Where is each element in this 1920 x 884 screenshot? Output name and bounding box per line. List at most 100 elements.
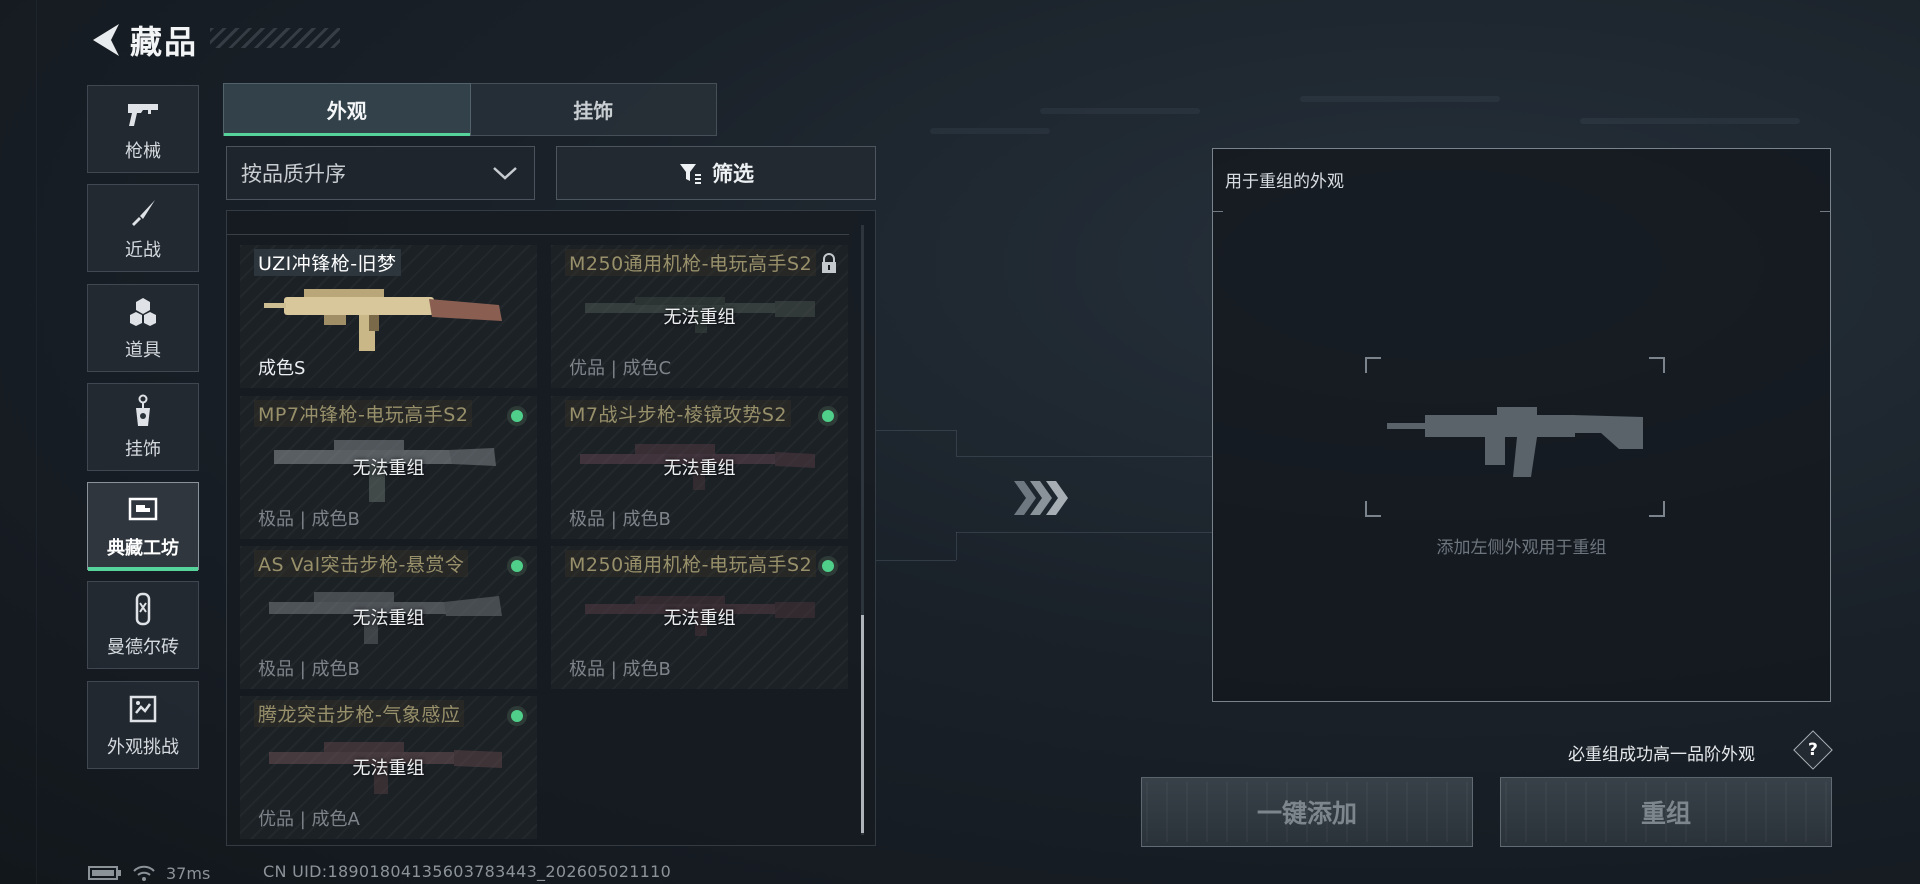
sidebar-item-workshop[interactable]: 典藏工坊	[87, 482, 199, 571]
one-click-add-label: 一键添加	[1256, 799, 1357, 828]
appearance-card-uzi[interactable]: UZI冲锋枪-旧梦 成色S	[240, 245, 537, 388]
equipped-status-icon	[818, 406, 838, 426]
filter-button[interactable]: 筛选	[556, 146, 876, 200]
sidebar-item-label: 近战	[125, 240, 161, 261]
guarantee-text: 必重组成功高一品阶外观	[1568, 745, 1755, 765]
title-decoration	[210, 28, 340, 48]
equipped-status-icon	[507, 406, 527, 426]
back-button[interactable]	[88, 18, 122, 62]
equipped-status-icon	[507, 556, 527, 576]
card-quality: 极品 | 成色B	[569, 659, 671, 680]
uzi-skin-image	[264, 289, 502, 351]
lock-icon	[820, 253, 838, 279]
sidebar-item-items[interactable]: 道具	[87, 284, 199, 372]
empty-slot-hint: 添加左侧外观用于重组	[1436, 538, 1607, 558]
workshop-icon	[125, 492, 161, 528]
card-name: MP7冲锋枪-电玩高手S2	[254, 400, 473, 427]
panel-title: 用于重组的外观	[1225, 172, 1344, 192]
appearance-card-m250[interactable]: M250通用机枪-电玩高手S2 无法重组 极品 | 成色B	[551, 546, 848, 689]
equipped-status-icon	[507, 706, 527, 726]
sidebar-item-charms[interactable]: 挂饰	[87, 383, 199, 471]
circuit-line	[876, 430, 956, 431]
appearance-card-as-val[interactable]: AS Val突击步枪-悬赏令 无法重组 极品 | 成色B	[240, 546, 537, 689]
cannot-recombine-label: 无法重组	[352, 458, 425, 479]
appearance-grid[interactable]: UZI冲锋枪-旧梦 成色S M250通用机枪-电玩高手S2 无法重组 优品 | …	[226, 210, 876, 846]
frame-corner	[1365, 501, 1381, 517]
equipped-status-icon	[818, 556, 838, 576]
card-quality: 极品 | 成色B	[569, 509, 671, 530]
sort-dropdown[interactable]: 按品质升序	[226, 146, 535, 200]
tab-appearance[interactable]: 外观	[223, 83, 471, 136]
cannot-recombine-label: 无法重组	[663, 458, 736, 479]
knife-icon	[125, 194, 161, 230]
card-quality: 极品 | 成色B	[258, 659, 360, 680]
chevron-right-icon	[1014, 481, 1068, 515]
frame-corner	[1649, 501, 1665, 517]
appearance-card-m250-locked[interactable]: M250通用机枪-电玩高手S2 无法重组 优品 | 成色C	[551, 245, 848, 388]
one-click-add-button[interactable]: 一键添加	[1141, 777, 1473, 847]
chevron-down-icon	[493, 167, 517, 180]
filter-label: 筛选	[712, 162, 754, 186]
partial-card	[538, 211, 849, 235]
card-name: 腾龙突击步枪-气象感应	[254, 700, 465, 727]
frame-corner	[1365, 357, 1381, 373]
cannot-recombine-label: 无法重组	[352, 608, 425, 629]
tab-charms[interactable]: 挂饰	[470, 83, 717, 136]
panel-tick	[1213, 211, 1223, 212]
card-quality: 优品 | 成色C	[569, 358, 672, 379]
cannot-recombine-label: 无法重组	[663, 307, 736, 328]
card-quality: 成色S	[258, 358, 306, 379]
panel-tick	[1820, 211, 1830, 212]
sidebar-item-mandel-brick[interactable]: 曼德尔砖	[87, 581, 199, 669]
background-streak	[1580, 118, 1800, 124]
back-arrow-icon	[93, 24, 119, 56]
background-streak	[1300, 96, 1500, 102]
frame-corner	[1649, 357, 1665, 373]
background-line	[36, 0, 37, 884]
ping-text: 37ms	[166, 863, 211, 883]
header: 藏品	[88, 18, 198, 62]
help-icon-glyph: ?	[1808, 740, 1818, 760]
appearance-card-tenglong[interactable]: 腾龙突击步枪-气象感应 无法重组 优品 | 成色A	[240, 696, 537, 839]
challenge-icon	[125, 691, 161, 727]
recombine-label: 重组	[1640, 799, 1691, 828]
background-streak	[930, 128, 1050, 134]
page-title: 藏品	[130, 23, 199, 61]
appearance-card-mp7[interactable]: MP7冲锋枪-电玩高手S2 无法重组 极品 | 成色B	[240, 396, 537, 539]
sidebar-item-label: 枪械	[125, 141, 161, 162]
card-name: M7战斗步枪-棱镜攻势S2	[565, 400, 791, 427]
pistol-icon	[125, 95, 161, 131]
circuit-line	[956, 430, 957, 456]
empty-slot[interactable]	[1365, 357, 1665, 517]
tab-bar: 外观 挂饰	[223, 83, 717, 136]
card-name: UZI冲锋枪-旧梦	[254, 249, 401, 276]
scrollbar-thumb[interactable]	[861, 615, 864, 833]
sort-value: 按品质升序	[241, 162, 346, 186]
partial-card	[227, 211, 538, 235]
battery-icon	[88, 866, 121, 880]
charm-icon	[125, 393, 161, 429]
card-name: M250通用机枪-电玩高手S2	[565, 550, 817, 577]
brick-icon	[125, 591, 161, 627]
cannot-recombine-label: 无法重组	[663, 608, 736, 629]
sidebar-item-melee[interactable]: 近战	[87, 184, 199, 272]
sidebar-item-label: 道具	[125, 340, 161, 361]
help-icon[interactable]: ?	[1793, 730, 1833, 770]
card-name: M250通用机枪-电玩高手S2	[565, 249, 817, 276]
sidebar-item-label: 典藏工坊	[107, 538, 179, 559]
recombine-button[interactable]: 重组	[1500, 777, 1832, 847]
rifle-placeholder-icon	[1387, 407, 1643, 477]
sidebar-item-guns[interactable]: 枪械	[87, 85, 199, 173]
sidebar-item-label: 外观挑战	[107, 737, 179, 758]
sidebar-item-label: 挂饰	[125, 439, 161, 460]
circuit-line	[956, 532, 1212, 533]
sidebar-item-label: 曼德尔砖	[107, 637, 179, 658]
sidebar-item-appearance-challenge[interactable]: 外观挑战	[87, 681, 199, 769]
card-quality: 极品 | 成色B	[258, 509, 360, 530]
scrollbar[interactable]	[861, 225, 864, 835]
background-streak	[1040, 108, 1200, 114]
recombine-panel[interactable]: 用于重组的外观 添加左侧外观用于重组	[1212, 148, 1831, 702]
filter-icon	[680, 164, 701, 184]
appearance-card-m7[interactable]: M7战斗步枪-棱镜攻势S2 无法重组 极品 | 成色B	[551, 396, 848, 539]
circuit-line	[956, 456, 1212, 457]
